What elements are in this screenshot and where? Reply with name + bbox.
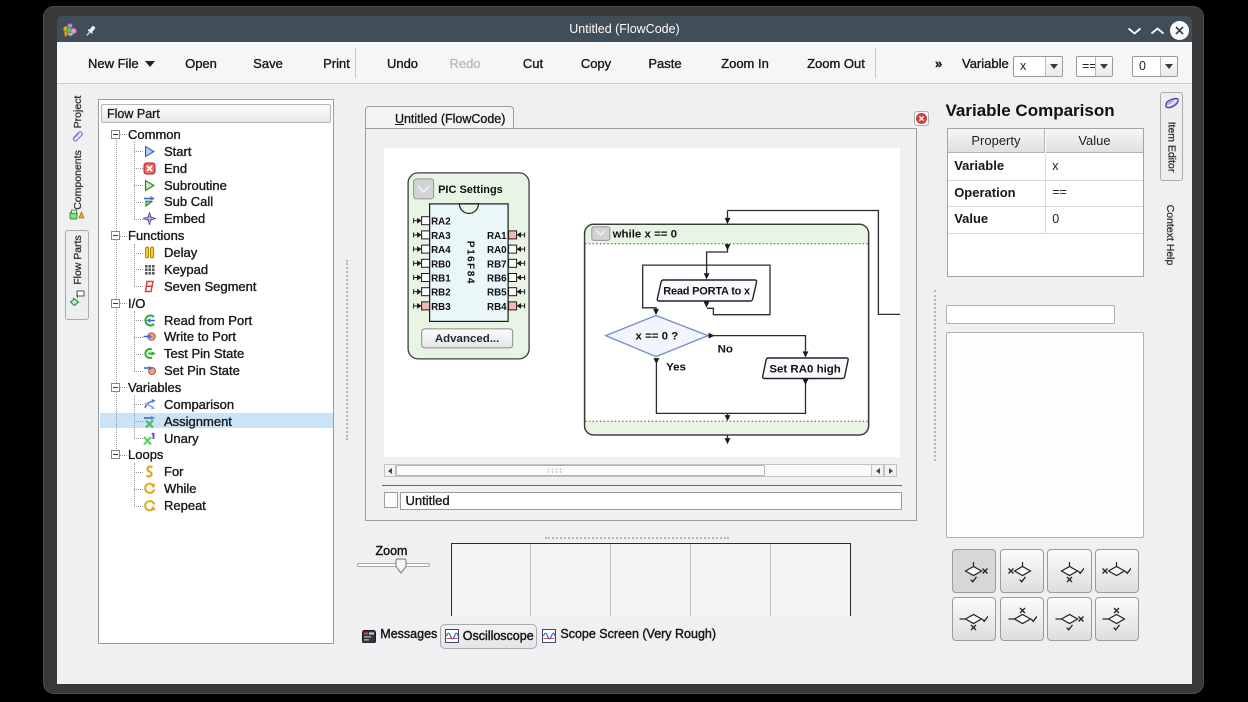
svg-text:Yes: Yes — [666, 362, 686, 374]
svg-text:x == 0 ?: x == 0 ? — [635, 331, 678, 343]
svg-text:RA3: RA3 — [431, 231, 451, 242]
svg-text:RB6: RB6 — [487, 274, 507, 285]
svg-text:RB5: RB5 — [487, 288, 507, 299]
svg-text:P16F84: P16F84 — [464, 241, 475, 285]
svg-text:RB4: RB4 — [487, 302, 507, 313]
svg-text:RB3: RB3 — [431, 302, 451, 313]
svg-text:Set RA0 high: Set RA0 high — [769, 363, 840, 375]
svg-text:RB0: RB0 — [431, 259, 451, 270]
svg-text:RA0: RA0 — [487, 245, 507, 256]
svg-text:Read PORTA to x: Read PORTA to x — [663, 285, 751, 297]
svg-text:RA2: RA2 — [431, 217, 451, 228]
svg-text:RB7: RB7 — [487, 259, 507, 270]
svg-text:RA1: RA1 — [487, 231, 507, 242]
svg-text:No: No — [717, 344, 732, 356]
svg-text:Advanced...: Advanced... — [435, 333, 499, 345]
svg-text:RA4: RA4 — [431, 245, 451, 256]
svg-text:while x == 0: while x == 0 — [611, 229, 676, 241]
svg-text:RB1: RB1 — [431, 274, 451, 285]
svg-text:RB2: RB2 — [431, 288, 451, 299]
svg-text:PIC Settings: PIC Settings — [438, 184, 503, 196]
